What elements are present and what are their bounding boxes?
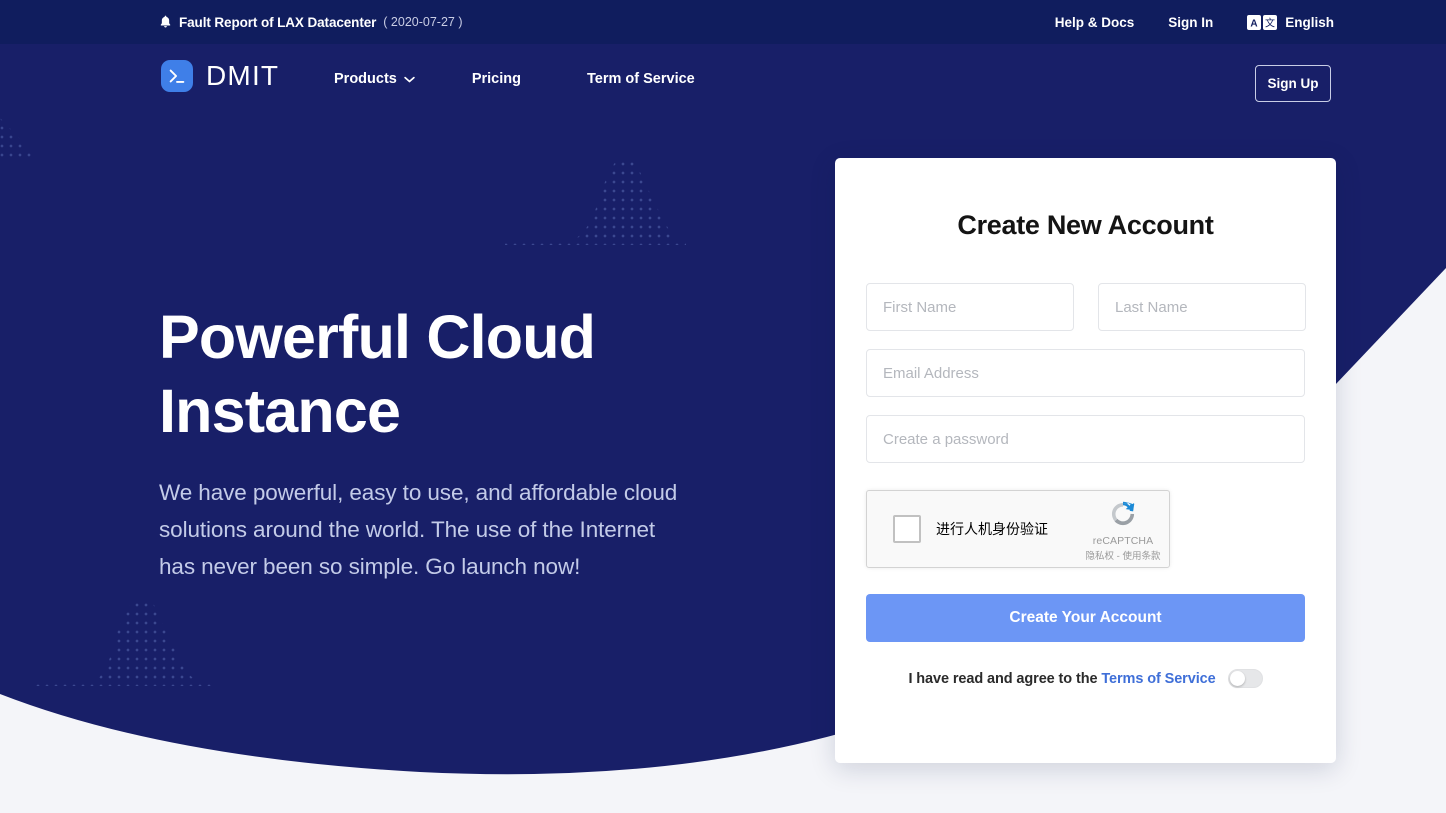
nav-item-term-of-service[interactable]: Term of Service	[587, 71, 695, 87]
fault-report-title: Fault Report of LAX Datacenter	[179, 14, 377, 30]
svg-text:A: A	[1251, 18, 1258, 29]
nav-item-products[interactable]: Products	[334, 71, 415, 87]
signup-card-title: Create New Account	[957, 210, 1214, 240]
sign-up-button[interactable]: Sign Up	[1255, 65, 1331, 102]
help-docs-link[interactable]: Help & Docs	[1055, 15, 1135, 30]
nav-links: Products Pricing Term of Service	[334, 71, 695, 87]
email-input[interactable]	[866, 349, 1305, 397]
hero-section: Powerful Cloud Instance We have powerful…	[159, 300, 679, 585]
email-field-row	[866, 349, 1305, 397]
recaptcha-legal-text[interactable]: 隐私权 - 使用条款	[1085, 548, 1161, 562]
signup-card: Create New Account 进行人机身份验证	[835, 158, 1336, 763]
nav-item-products-label: Products	[334, 71, 397, 87]
sign-in-link[interactable]: Sign In	[1168, 15, 1213, 30]
language-label: English	[1285, 14, 1334, 30]
chevron-down-icon	[404, 71, 415, 87]
terms-toggle[interactable]	[1227, 669, 1263, 688]
password-input[interactable]	[866, 415, 1305, 463]
recaptcha-brand-text: reCAPTCHA	[1092, 535, 1154, 547]
last-name-input[interactable]	[1098, 283, 1306, 331]
page-root: Fault Report of LAX Datacenter ( 2020-07…	[0, 0, 1446, 813]
first-name-input[interactable]	[866, 283, 1074, 331]
topbar-links: Help & Docs Sign In A 文 English	[1055, 0, 1334, 44]
terms-agreement-text: I have read and agree to the Terms of Se…	[908, 671, 1215, 687]
bell-icon	[159, 15, 172, 29]
notification-bar: Fault Report of LAX Datacenter ( 2020-07…	[0, 0, 1446, 44]
hero-subtitle: We have powerful, easy to use, and affor…	[159, 480, 678, 579]
recaptcha-checkbox[interactable]	[893, 515, 921, 543]
translate-icon: A 文	[1247, 14, 1278, 30]
create-account-button[interactable]: Create Your Account	[866, 594, 1305, 642]
svg-text:文: 文	[1265, 16, 1275, 29]
terms-of-service-link[interactable]: Terms of Service	[1101, 671, 1215, 687]
recaptcha-label: 进行人机身份验证	[936, 521, 1048, 537]
terms-toggle-knob	[1229, 671, 1245, 686]
terms-agreement-row: I have read and agree to the Terms of Se…	[866, 669, 1305, 688]
password-field-row	[866, 415, 1305, 463]
recaptcha-widget[interactable]: 进行人机身份验证 reCAPTCHA 隐私权 - 使用条款	[866, 490, 1170, 568]
brand-logo[interactable]: DMIT	[161, 60, 279, 92]
terminal-prompt-icon	[161, 60, 193, 92]
brand-name: DMIT	[206, 60, 280, 91]
language-switcher[interactable]: A 文 English	[1247, 14, 1334, 30]
fault-report-date: ( 2020-07-27 )	[383, 15, 463, 29]
recaptcha-branding: reCAPTCHA 隐私权 - 使用条款	[1085, 499, 1161, 562]
main-navbar: DMIT Products Pricing Term of Service Si…	[0, 44, 1446, 124]
recaptcha-logo-icon	[1085, 499, 1161, 534]
fault-report-notice[interactable]: Fault Report of LAX Datacenter ( 2020-07…	[159, 0, 463, 44]
page-title: Powerful Cloud Instance	[159, 303, 596, 445]
name-field-row	[866, 283, 1306, 331]
nav-item-pricing[interactable]: Pricing	[472, 71, 521, 87]
terms-prefix: I have read and agree to the	[908, 670, 1102, 687]
